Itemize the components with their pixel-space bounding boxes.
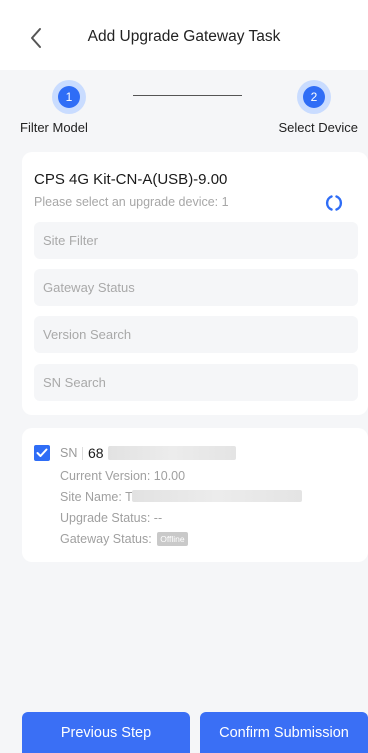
step-2-number: 2	[303, 86, 325, 108]
version-search-input[interactable]	[34, 316, 358, 353]
step-indicator: 1 2 Filter Model Select Device	[0, 70, 368, 148]
gateway-status-label: Gateway Status:	[60, 532, 152, 546]
sn-redaction	[108, 446, 236, 460]
current-version: Current Version: 10.00	[60, 469, 186, 483]
model-title: CPS 4G Kit-CN-A(USB)-9.00	[34, 171, 228, 188]
device-checkbox[interactable]	[34, 445, 50, 461]
site-filter-input[interactable]	[34, 222, 358, 259]
step-2-indicator: 2	[297, 80, 331, 114]
sn-search-input[interactable]	[34, 364, 358, 401]
page-title: Add Upgrade Gateway Task	[87, 28, 281, 45]
step-2-label: Select Device	[278, 120, 358, 135]
previous-step-button[interactable]: Previous Step	[22, 712, 190, 753]
sn-divider	[82, 447, 83, 460]
check-icon	[36, 448, 48, 457]
sn-label: SN	[60, 446, 78, 460]
refresh-button[interactable]	[322, 191, 346, 215]
refresh-icon	[325, 195, 343, 211]
site-name-redaction	[132, 490, 302, 502]
step-1-label: Filter Model	[20, 120, 88, 135]
step-1-indicator: 1	[52, 80, 86, 114]
upgrade-status: Upgrade Status: --	[60, 511, 163, 525]
gateway-status: Gateway Status: Offline	[60, 532, 188, 546]
filter-card: CPS 4G Kit-CN-A(USB)-9.00 Please select …	[22, 152, 368, 415]
select-hint: Please select an upgrade device: 1	[34, 195, 229, 209]
sn-value: 68	[88, 445, 104, 461]
header-bar: Add Upgrade Gateway Task	[0, 0, 368, 70]
status-badge: Offline	[157, 532, 188, 546]
gateway-status-filter[interactable]	[34, 269, 358, 306]
device-card[interactable]: SN 68 Current Version: 10.00 Site Name: …	[22, 428, 368, 562]
site-name: Site Name: T	[60, 490, 133, 504]
step-connector	[133, 95, 242, 96]
confirm-submission-button[interactable]: Confirm Submission	[200, 712, 368, 753]
step-1-number: 1	[58, 86, 80, 108]
